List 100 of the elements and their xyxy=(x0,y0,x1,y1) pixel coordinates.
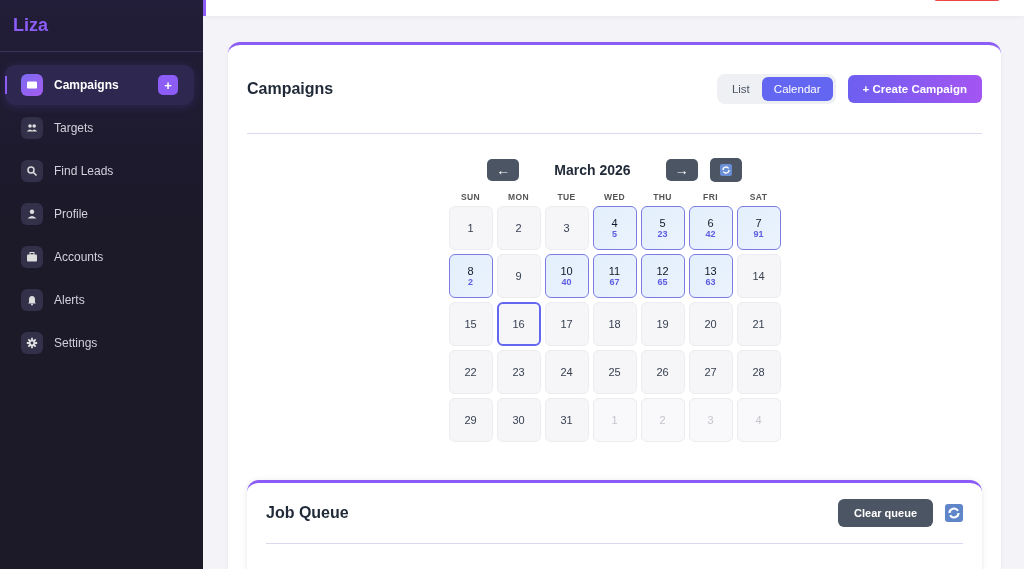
day-number: 18 xyxy=(608,318,621,330)
briefcase-icon xyxy=(21,246,43,268)
campaign-count: 40 xyxy=(561,277,572,287)
nav-label: Alerts xyxy=(54,293,86,307)
person-icon xyxy=(21,203,43,225)
active-indicator xyxy=(5,76,7,94)
clear-queue-button[interactable]: Clear queue xyxy=(838,499,933,527)
calendar-day[interactable]: 11 67 xyxy=(592,254,637,298)
calendar-day[interactable]: 13 63 xyxy=(688,254,733,298)
calendar-day[interactable]: 28 xyxy=(736,350,781,394)
calendar-day[interactable]: 17 xyxy=(544,302,589,346)
day-number: 19 xyxy=(656,318,669,330)
campaign-count: 42 xyxy=(705,229,716,239)
weekday-label: FRI xyxy=(702,192,719,202)
day-number: 20 xyxy=(704,318,717,330)
calendar-day[interactable]: 16 xyxy=(496,302,541,346)
calendar-day[interactable]: 27 xyxy=(688,350,733,394)
day-number: 7 xyxy=(755,217,762,229)
calendar-day[interactable]: 29 xyxy=(448,398,493,442)
mail-icon xyxy=(21,74,43,96)
calendar-day[interactable]: 9 xyxy=(496,254,541,298)
calendar-day[interactable]: 10 40 xyxy=(544,254,589,298)
calendar-day[interactable]: 6 42 xyxy=(688,206,733,250)
day-number: 31 xyxy=(560,414,573,426)
weekday-label: THU xyxy=(652,192,673,202)
nav-item[interactable]: Profile xyxy=(5,194,194,234)
day-number: 27 xyxy=(704,366,717,378)
weekday-label: WED xyxy=(603,192,626,202)
app-logo: Liza xyxy=(13,15,48,36)
day-number: 3 xyxy=(563,222,570,234)
calendar-day[interactable]: 21 xyxy=(736,302,781,346)
nav-label: Profile xyxy=(54,207,89,221)
calendar-day[interactable]: 15 xyxy=(448,302,493,346)
create-campaign-button[interactable]: + Create Campaign xyxy=(847,75,982,103)
day-number: 16 xyxy=(512,318,525,330)
people-icon xyxy=(21,117,43,139)
day-number: 6 xyxy=(707,217,714,229)
calendar-day[interactable]: 31 xyxy=(544,398,589,442)
campaign-count: 63 xyxy=(705,277,716,287)
day-number: 28 xyxy=(752,366,765,378)
calendar-day[interactable]: 26 xyxy=(640,350,685,394)
refresh-icon[interactable] xyxy=(945,504,963,522)
calendar-day[interactable]: 14 xyxy=(736,254,781,298)
day-number: 8 xyxy=(467,265,474,277)
view-tab[interactable]: Calendar xyxy=(761,77,833,101)
nav-label: Settings xyxy=(54,336,99,350)
day-number: 14 xyxy=(752,270,765,282)
calendar-day[interactable]: 3 xyxy=(544,206,589,250)
day-number: 11 xyxy=(608,265,621,277)
day-number: 30 xyxy=(512,414,525,426)
day-number: 26 xyxy=(656,366,669,378)
weekday-label: TUE xyxy=(556,192,577,202)
calendar-day[interactable]: 4 5 xyxy=(592,206,637,250)
nav-item[interactable]: Accounts xyxy=(5,237,194,277)
campaign-count: 67 xyxy=(609,277,620,287)
nav-item[interactable]: Targets xyxy=(5,108,194,148)
previous-month-button[interactable]: ← xyxy=(487,159,520,181)
campaign-count: 5 xyxy=(612,229,617,239)
nav-item[interactable]: Settings xyxy=(5,323,194,363)
refresh-button[interactable] xyxy=(709,158,742,182)
view-tab[interactable]: List xyxy=(719,77,762,101)
calendar-day[interactable]: 7 91 xyxy=(736,206,781,250)
calendar-day[interactable]: 5 23 xyxy=(640,206,685,250)
day-number: 15 xyxy=(464,318,477,330)
day-number: 1 xyxy=(467,222,474,234)
day-number: 4 xyxy=(611,217,618,229)
nav-item[interactable]: Alerts xyxy=(5,280,194,320)
calendar-day[interactable]: 12 65 xyxy=(640,254,685,298)
nav-item[interactable]: Campaigns + xyxy=(5,65,194,105)
calendar-day[interactable]: 25 xyxy=(592,350,637,394)
calendar-day[interactable]: 22 xyxy=(448,350,493,394)
day-number: 13 xyxy=(704,265,717,277)
next-month-button[interactable]: → xyxy=(665,159,698,181)
calendar-day[interactable]: 1 xyxy=(448,206,493,250)
calendar-day[interactable]: 23 xyxy=(496,350,541,394)
nav-label: Targets xyxy=(54,121,95,135)
calendar-day[interactable]: 24 xyxy=(544,350,589,394)
calendar-day[interactable]: 18 xyxy=(592,302,637,346)
day-number: 5 xyxy=(659,217,666,229)
weekday-label: SUN xyxy=(459,192,482,202)
day-number: 12 xyxy=(656,265,669,277)
day-number: 25 xyxy=(608,366,621,378)
day-number: 22 xyxy=(464,366,477,378)
add-campaign-button[interactable]: + xyxy=(158,75,178,95)
day-number: 23 xyxy=(512,366,525,378)
campaign-count: 23 xyxy=(657,229,668,239)
calendar-day[interactable]: 8 2 xyxy=(448,254,493,298)
nav-label: Campaigns xyxy=(54,78,120,92)
calendar-day[interactable]: 19 xyxy=(640,302,685,346)
bell-icon xyxy=(21,289,43,311)
calendar-day[interactable]: 2 xyxy=(496,206,541,250)
calendar-day[interactable]: 30 xyxy=(496,398,541,442)
day-number: 24 xyxy=(560,366,573,378)
nav-label: Accounts xyxy=(54,250,105,264)
calendar-day[interactable]: 20 xyxy=(688,302,733,346)
weekday-label: SAT xyxy=(748,192,769,202)
nav-item[interactable]: Find Leads xyxy=(5,151,194,191)
refresh-icon xyxy=(719,164,732,176)
day-number: 21 xyxy=(752,318,765,330)
weekday-label: MON xyxy=(507,192,530,202)
